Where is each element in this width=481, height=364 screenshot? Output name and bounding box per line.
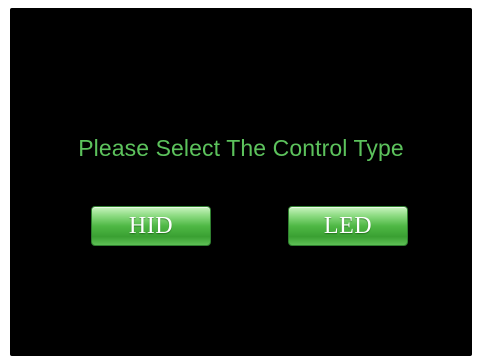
control-type-screen: Please Select The Control Type HID LED (10, 8, 472, 356)
led-button[interactable]: LED (288, 206, 408, 246)
hid-button-label: HID (128, 212, 174, 239)
control-type-prompt: Please Select The Control Type (78, 135, 404, 161)
hid-button[interactable]: HID (91, 206, 211, 246)
led-button-label: LED (323, 212, 373, 239)
